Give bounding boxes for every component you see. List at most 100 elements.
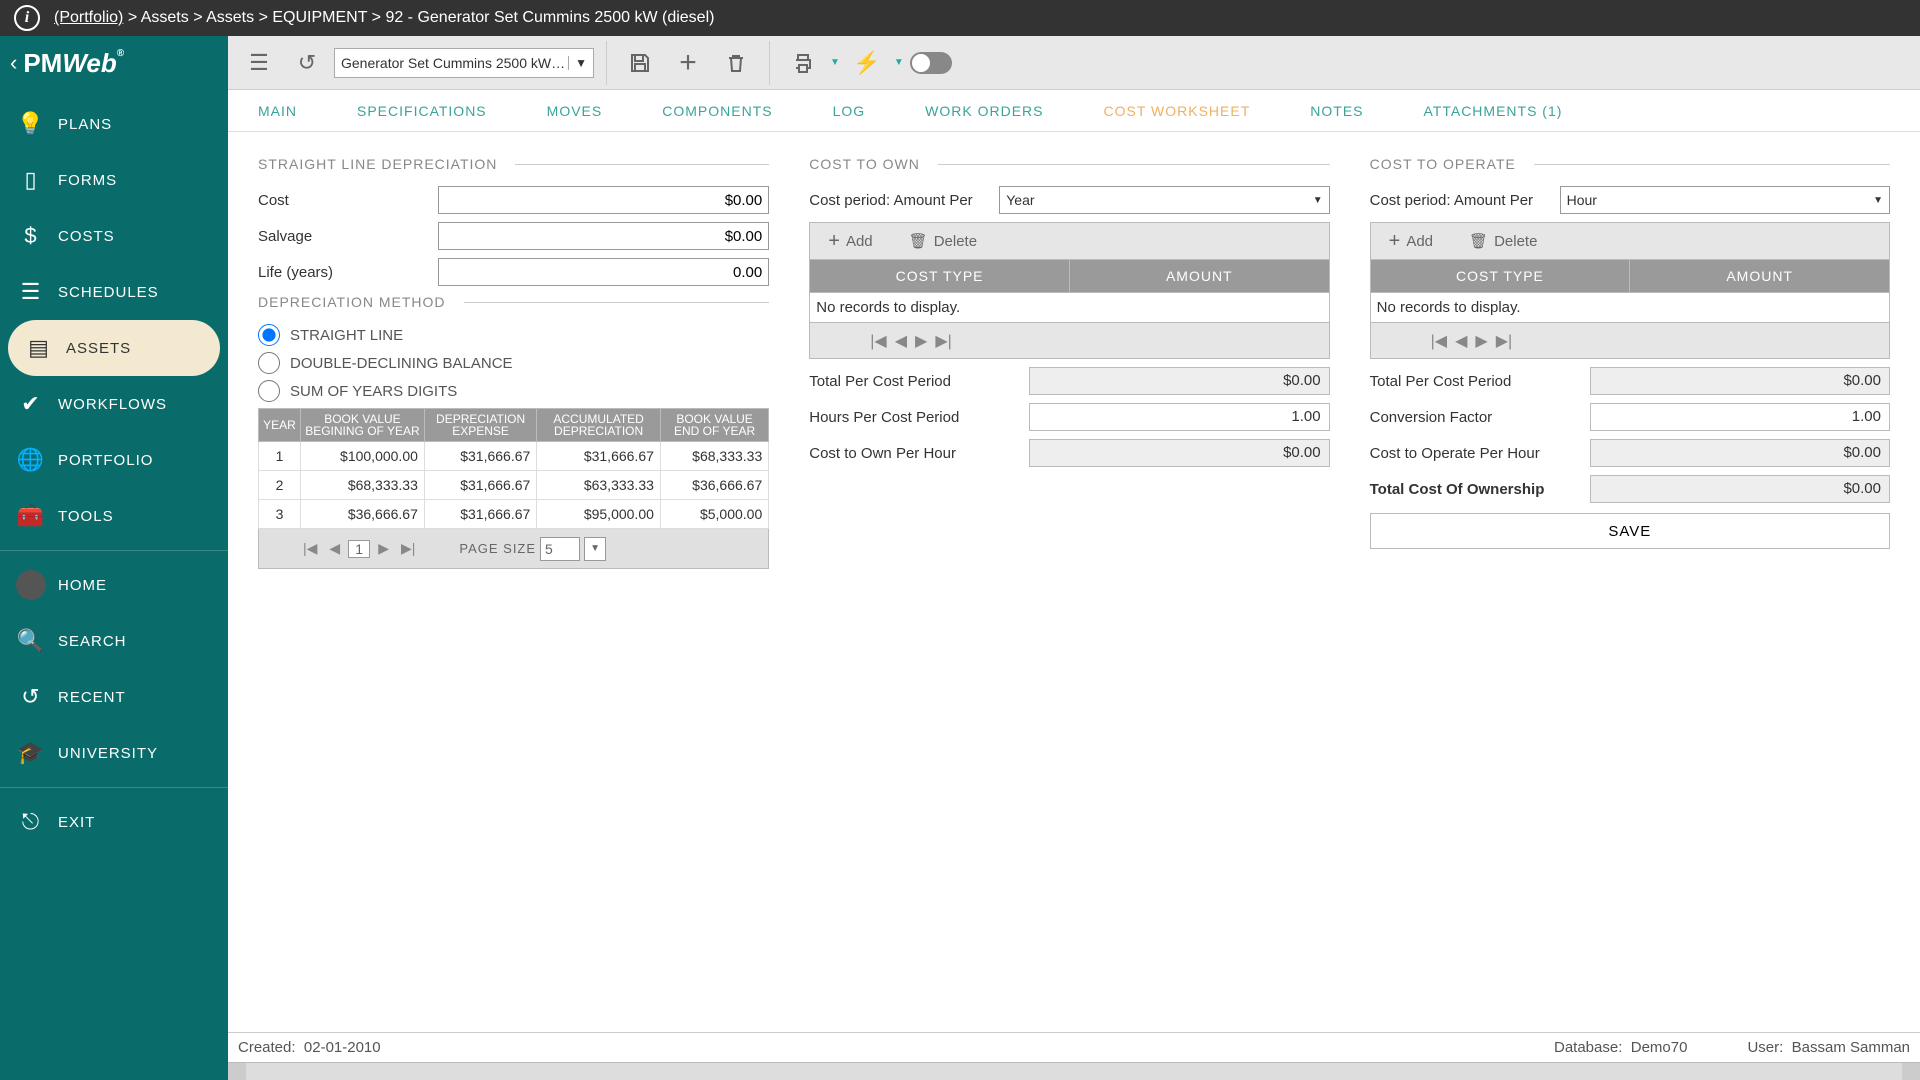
page-size-select[interactable]: 5 [540,537,580,561]
history-icon[interactable]: ↺ [286,42,328,84]
page-current[interactable]: 1 [348,540,370,558]
back-chevron-icon[interactable]: ‹ [10,50,17,76]
add-icon[interactable]: + [667,42,709,84]
salvage-input[interactable] [438,222,769,250]
graduation-cap-icon: 🎓 [16,740,46,766]
last-page-icon[interactable]: ▶| [397,538,419,559]
print-dropdown-icon[interactable]: ▼ [830,57,840,68]
page-size-label: PAGE SIZE [459,541,536,556]
sidebar-item-forms[interactable]: ▯FORMS [0,152,228,208]
sidebar-item-plans[interactable]: 💡PLANS [0,96,228,152]
period-select[interactable]: Hour▼ [1560,186,1890,214]
breadcrumb-portfolio[interactable]: (Portfolio) [54,9,123,26]
breadcrumb-part[interactable]: EQUIPMENT [272,9,367,26]
table-row[interactable]: 2$68,333.33$31,666.67$63,333.33$36,666.6… [259,471,769,500]
salvage-label: Salvage [258,228,438,245]
tab-components[interactable]: COMPONENTS [632,90,802,131]
col-cost-type[interactable]: COST TYPE [1371,260,1631,292]
next-page-icon[interactable]: ▶ [374,538,393,559]
add-button[interactable]: +Add [810,230,890,253]
bolt-dropdown-icon[interactable]: ▼ [894,57,904,68]
sidebar-item-portfolio[interactable]: 🌐PORTFOLIO [0,432,228,488]
col-year[interactable]: YEAR [259,409,301,442]
asset-selector[interactable]: Generator Set Cummins 2500 kW (diesel) ▼ [334,48,594,78]
tab-notes[interactable]: NOTES [1280,90,1393,131]
life-input[interactable] [438,258,769,286]
chevron-down-icon[interactable]: ▼ [584,537,606,561]
first-page-icon[interactable]: |◀ [1431,331,1447,351]
col-amount[interactable]: AMOUNT [1070,260,1329,292]
col-dep[interactable]: DEPRECIATION EXPENSE [424,409,536,442]
table-cell: $95,000.00 [537,500,661,529]
last-page-icon[interactable]: ▶| [935,331,951,351]
prev-page-icon[interactable]: ◀ [1455,331,1467,351]
conversion-input[interactable]: 1.00 [1590,403,1890,431]
database-label: Database: [1554,1039,1622,1056]
section-title: COST TO OWN [809,156,1329,172]
first-page-icon[interactable]: |◀ [299,538,321,559]
prev-page-icon[interactable]: ◀ [325,538,344,559]
depreciation-pager: |◀ ◀ 1 ▶ ▶| PAGE SIZE 5 ▼ [258,529,769,569]
table-row[interactable]: 1$100,000.00$31,666.67$31,666.67$68,333.… [259,442,769,471]
tab-work-orders[interactable]: WORK ORDERS [895,90,1073,131]
col-accum[interactable]: ACCUMULATED DEPRECIATION [537,409,661,442]
table-row[interactable]: 3$36,666.67$31,666.67$95,000.00$5,000.00 [259,500,769,529]
delete-icon[interactable] [715,42,757,84]
app-logo[interactable]: ‹ PMWeb® [0,36,228,90]
prev-page-icon[interactable]: ◀ [895,331,907,351]
list-view-icon[interactable]: ☰ [238,42,280,84]
tab-attachments[interactable]: ATTACHMENTS (1) [1394,90,1593,131]
status-bar: Created: 02-01-2010 Database: Demo70 Use… [228,1032,1920,1062]
delete-button[interactable]: 🗑Delete [891,232,995,250]
next-page-icon[interactable]: ▶ [1475,331,1487,351]
sidebar-item-schedules[interactable]: ☰SCHEDULES [0,264,228,320]
sidebar-item-tools[interactable]: 🧰TOOLS [0,488,228,544]
col-begin[interactable]: BOOK VALUE BEGINING OF YEAR [301,409,425,442]
tab-moves[interactable]: MOVES [517,90,633,131]
last-page-icon[interactable]: ▶| [1496,331,1512,351]
breadcrumb-part[interactable]: 92 - Generator Set Cummins 2500 kW (dies… [385,9,714,26]
tab-main[interactable]: MAIN [228,90,327,131]
next-page-icon[interactable]: ▶ [915,331,927,351]
sidebar-item-assets[interactable]: ▤ASSETS [8,320,220,376]
save-button[interactable]: SAVE [1370,513,1890,549]
tab-specifications[interactable]: SPECIFICATIONS [327,90,517,131]
sidebar-item-home[interactable]: HOME [0,557,228,613]
print-icon[interactable] [782,42,824,84]
period-select[interactable]: Year▼ [999,186,1329,214]
perhour-label: Cost to Own Per Hour [809,445,1029,462]
add-button[interactable]: +Add [1371,230,1451,253]
method-sum-of-years-radio[interactable] [258,380,280,402]
method-straight-line-radio[interactable] [258,324,280,346]
tab-log[interactable]: LOG [803,90,896,131]
clipboard-icon: ▯ [16,167,46,193]
sidebar-item-workflows[interactable]: ✔WORKFLOWS [0,376,228,432]
save-icon[interactable] [619,42,661,84]
col-cost-type[interactable]: COST TYPE [810,260,1070,292]
chevron-down-icon[interactable]: ▼ [568,56,587,70]
sidebar-item-search[interactable]: 🔍SEARCH [0,613,228,669]
tab-cost-worksheet[interactable]: COST WORKSHEET [1074,90,1281,131]
sidebar-item-recent[interactable]: ↺RECENT [0,669,228,725]
cost-input[interactable] [438,186,769,214]
sidebar-item-exit[interactable]: ⎋EXIT [0,794,228,850]
chevron-down-icon[interactable]: ▼ [1313,195,1323,206]
sidebar-item-university[interactable]: 🎓UNIVERSITY [0,725,228,781]
chevron-down-icon[interactable]: ▼ [1873,195,1883,206]
toggle-switch[interactable] [910,42,952,84]
grid-toolbar: +Add 🗑Delete [809,222,1329,260]
info-icon[interactable]: i [14,5,40,31]
method-double-declining-radio[interactable] [258,352,280,374]
col-end[interactable]: BOOK VALUE END OF YEAR [660,409,768,442]
sidebar-item-costs[interactable]: $COSTS [0,208,228,264]
database-value: Demo70 [1631,1039,1688,1056]
col-amount[interactable]: AMOUNT [1630,260,1889,292]
breadcrumb-part[interactable]: Assets [141,9,189,26]
bolt-icon[interactable]: ⚡ [846,42,888,84]
delete-button[interactable]: 🗑Delete [1451,232,1555,250]
tco-label: Total Cost Of Ownership [1370,481,1590,498]
breadcrumb-part[interactable]: Assets [206,9,254,26]
horizontal-scrollbar[interactable] [228,1062,1920,1080]
hours-input[interactable]: 1.00 [1029,403,1329,431]
first-page-icon[interactable]: |◀ [870,331,886,351]
